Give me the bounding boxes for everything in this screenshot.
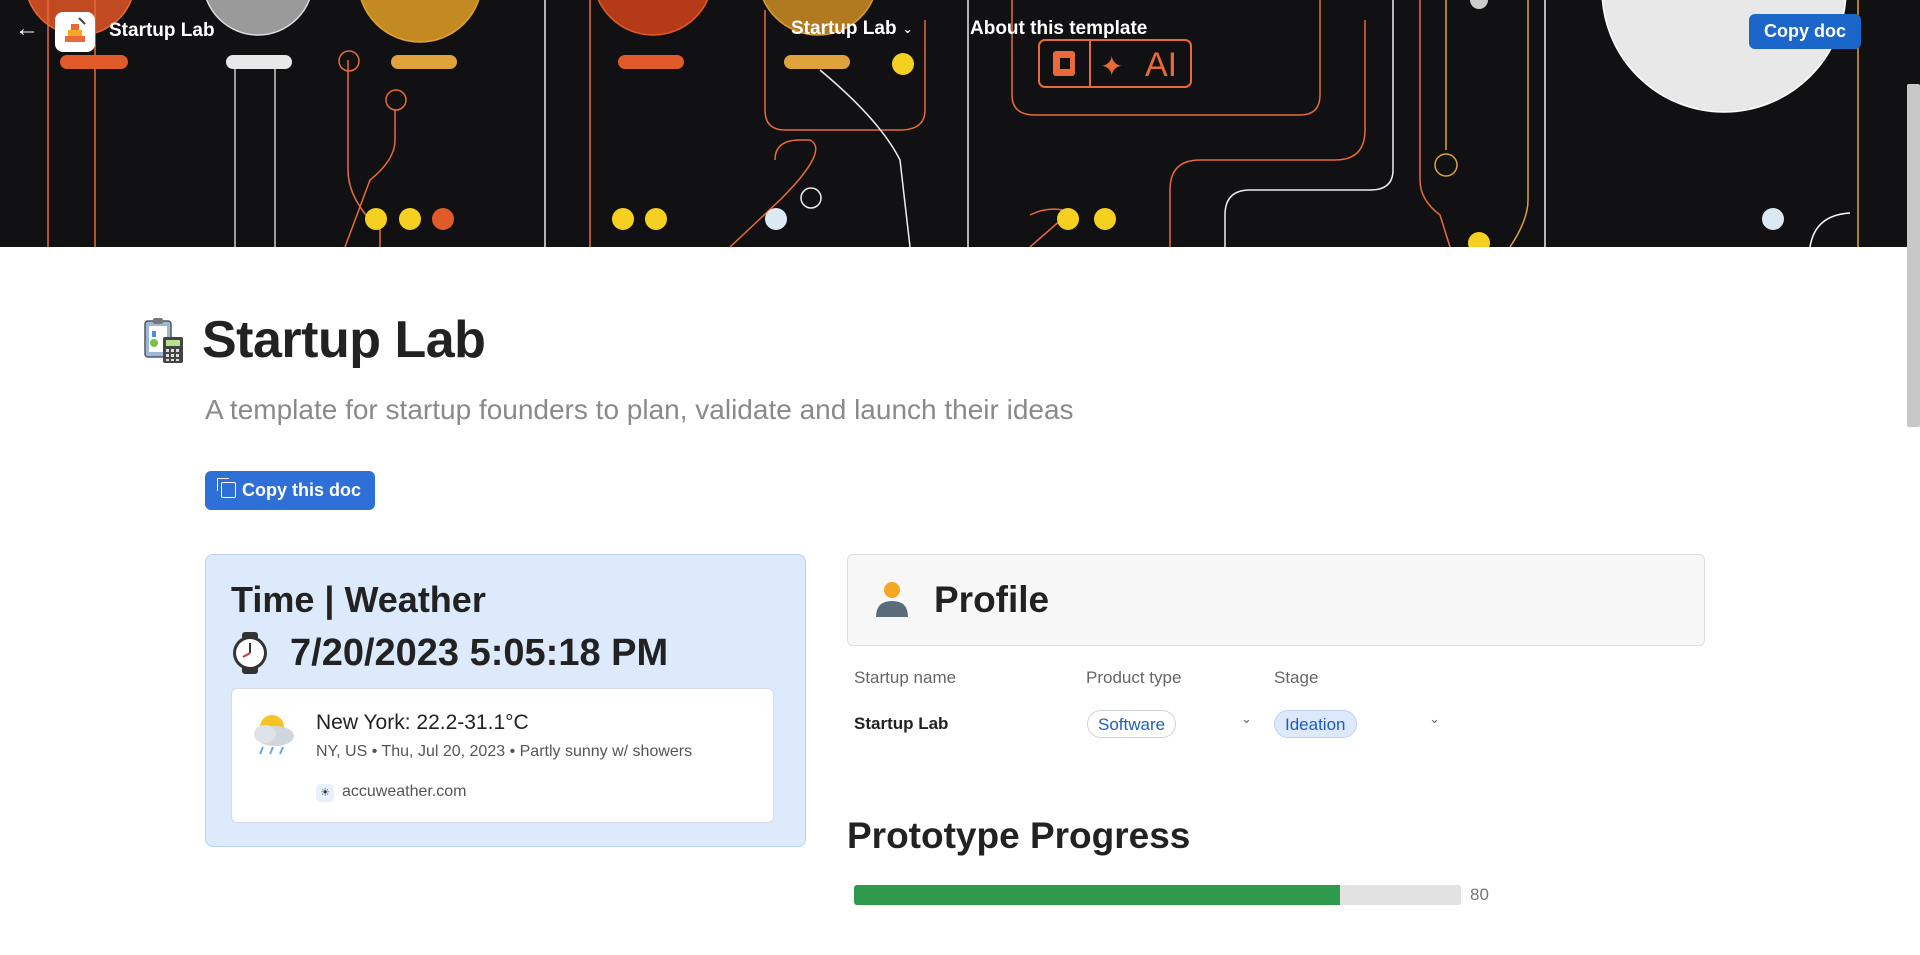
page-scrollbar[interactable] bbox=[1907, 84, 1920, 427]
column-header-stage: Stage bbox=[1274, 668, 1319, 687]
prototype-progress-bar bbox=[854, 885, 1461, 905]
weather-source-link[interactable]: accuweather.com bbox=[342, 783, 467, 801]
doc-menu-label: Startup Lab bbox=[791, 18, 897, 39]
top-navigation-bar: ← Startup Lab Startup Lab ⌄ About this te… bbox=[0, 0, 1920, 62]
profile-header-card: Profile bbox=[847, 554, 1705, 646]
accuweather-icon: ☀ bbox=[316, 784, 334, 802]
about-template-link[interactable]: About this template bbox=[970, 18, 1147, 40]
copy-this-doc-button[interactable]: Copy this doc bbox=[205, 471, 375, 510]
back-arrow-icon[interactable]: ← bbox=[14, 16, 40, 42]
app-title[interactable]: Startup Lab bbox=[109, 20, 215, 42]
copy-this-doc-label: Copy this doc bbox=[242, 480, 362, 500]
watch-icon bbox=[229, 632, 271, 674]
page-title: Startup Lab bbox=[202, 311, 486, 369]
weather-widget[interactable]: New York: 22.2-31.1°C NY, US • Thu, Jul … bbox=[231, 688, 774, 823]
prototype-progress-fill bbox=[854, 885, 1340, 905]
page-subtitle: A template for startup founders to plan,… bbox=[205, 394, 1074, 425]
prototype-progress-value: 80 bbox=[1470, 885, 1489, 904]
doc-menu-dropdown[interactable]: Startup Lab ⌄ bbox=[791, 18, 913, 40]
weather-city-temperature: New York: 22.2-31.1°C bbox=[316, 711, 529, 734]
time-weather-card: Time | Weather 7/20/2023 5:05:18 PM New … bbox=[205, 554, 806, 847]
clipboard-calculator-icon bbox=[143, 317, 187, 365]
chevron-down-icon: ⌄ bbox=[902, 21, 913, 36]
weather-details: NY, US • Thu, Jul 20, 2023 • Partly sunn… bbox=[316, 743, 693, 760]
startup-name-cell[interactable]: Startup Lab bbox=[854, 714, 948, 734]
app-logo-icon[interactable] bbox=[55, 12, 95, 52]
chevron-down-icon[interactable]: ⌄ bbox=[1241, 711, 1252, 727]
profile-title: Profile bbox=[934, 579, 1050, 620]
column-header-product-type: Product type bbox=[1086, 668, 1182, 687]
chevron-down-icon[interactable]: ⌄ bbox=[1429, 711, 1440, 727]
prototype-progress-title: Prototype Progress bbox=[847, 815, 1191, 856]
weather-card-title: Time | Weather bbox=[231, 579, 486, 620]
product-type-pill[interactable]: Software bbox=[1087, 710, 1177, 738]
copy-doc-button[interactable]: Copy doc bbox=[1749, 14, 1861, 49]
copy-icon bbox=[217, 478, 236, 498]
column-header-startup-name: Startup name bbox=[854, 668, 957, 687]
stage-pill[interactable]: Ideation bbox=[1274, 710, 1357, 738]
person-icon bbox=[875, 581, 909, 617]
partly-sunny-showers-icon bbox=[248, 709, 298, 755]
current-datetime: 7/20/2023 5:05:18 PM bbox=[290, 632, 669, 674]
